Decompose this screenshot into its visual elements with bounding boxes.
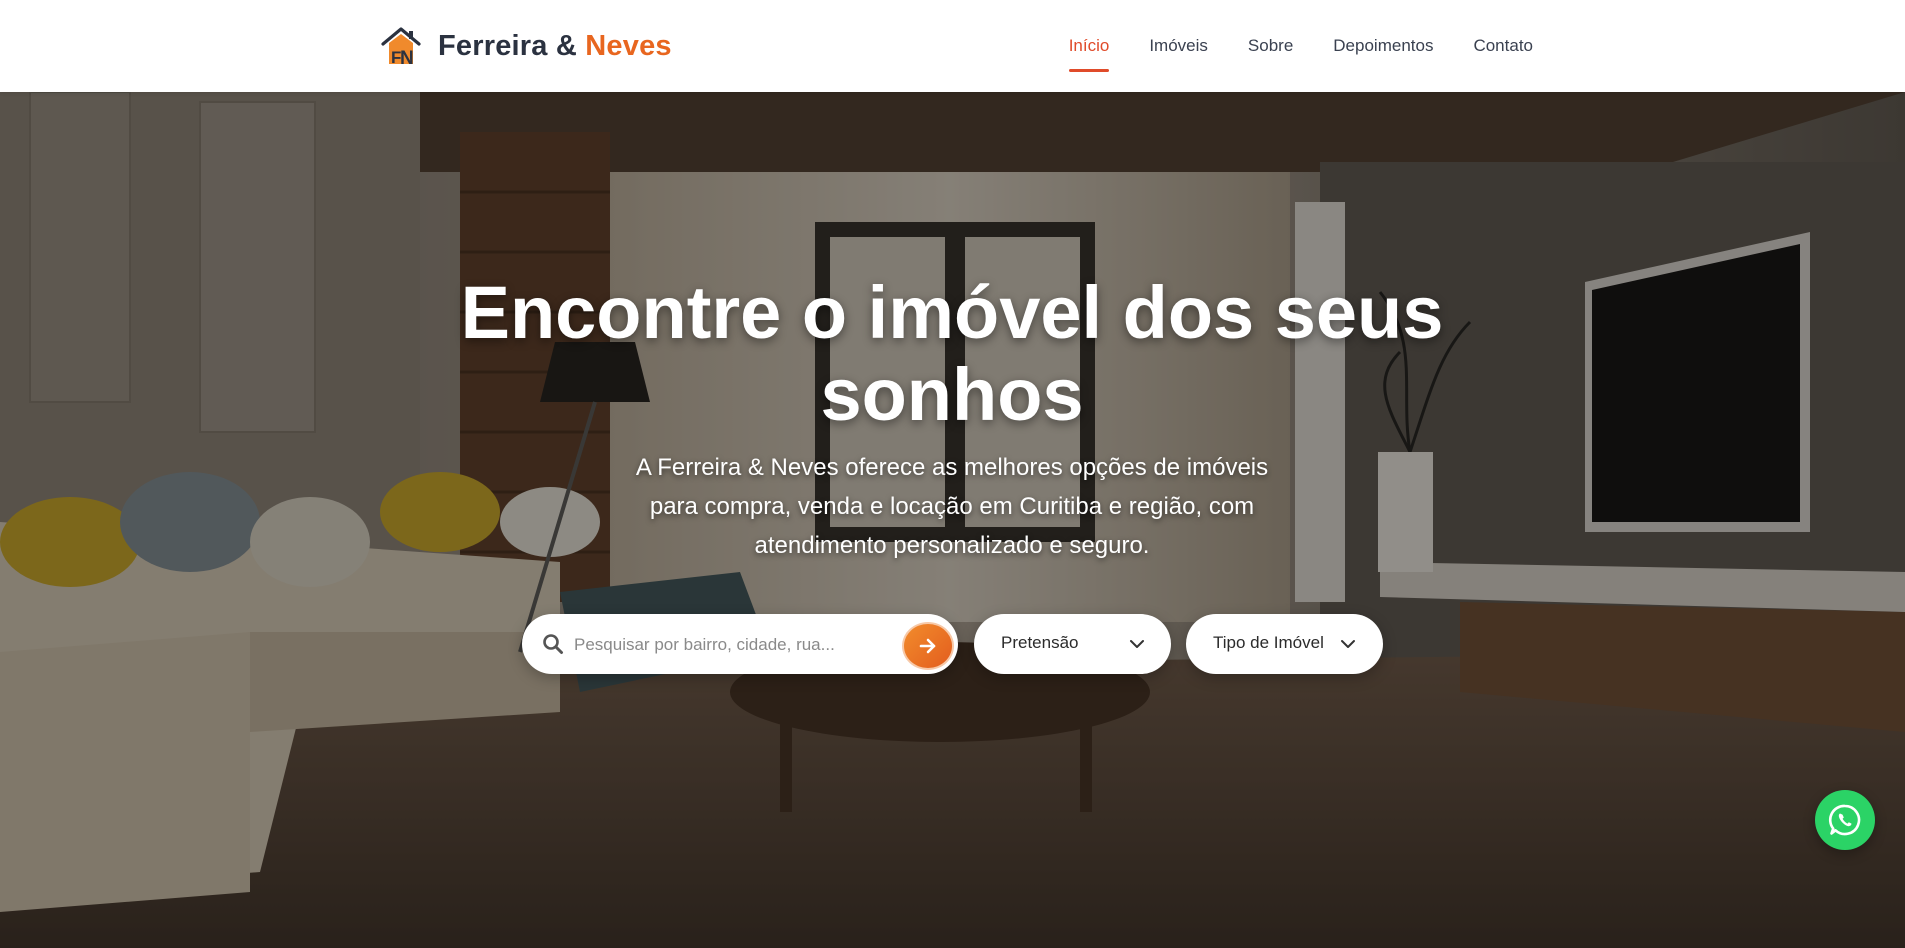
house-fn-logo-icon: F N (381, 27, 421, 67)
pretensao-select-label: Pretensão (1001, 633, 1079, 652)
chevron-down-icon (1341, 640, 1355, 648)
brand-logo[interactable]: F N Ferreira & Neves (380, 24, 672, 68)
search-submit-button[interactable] (902, 622, 954, 670)
brand-name: Ferreira & Neves (438, 30, 672, 63)
tipo-imovel-select-label: Tipo de Imóvel (1213, 633, 1324, 652)
nav-item-contato[interactable]: Contato (1473, 28, 1533, 64)
svg-text:N: N (400, 48, 414, 67)
nav-item-inicio[interactable]: Início (1068, 28, 1109, 72)
whatsapp-button[interactable] (1815, 790, 1875, 850)
nav-item-sobre[interactable]: Sobre (1248, 28, 1293, 64)
brand-name-part2: Neves (585, 29, 672, 62)
search-bar (522, 614, 958, 674)
arrow-right-icon (919, 638, 936, 654)
pretensao-select[interactable]: Pretensão (974, 614, 1171, 674)
nav-item-depoimentos[interactable]: Depoimentos (1333, 28, 1433, 64)
hero-subtitle: A Ferreira & Neves oferece as melhores o… (635, 454, 1269, 559)
search-icon (543, 634, 563, 654)
main-nav: Início Imóveis Sobre Depoimentos Contato (1068, 0, 1533, 92)
tipo-imovel-select[interactable]: Tipo de Imóvel (1186, 614, 1383, 674)
nav-item-imoveis[interactable]: Imóveis (1149, 28, 1208, 64)
hero-title: Encontre o imóvel dos seus sonhos (460, 271, 1444, 436)
hero-section: Encontre o imóvel dos seus sonhos A Ferr… (0, 92, 1905, 948)
whatsapp-icon (1828, 804, 1861, 836)
site-header: F N Ferreira & Neves Início Imóveis Sobr… (0, 0, 1905, 92)
search-input[interactable] (572, 628, 906, 662)
chevron-down-icon (1130, 640, 1144, 648)
brand-name-part1: Ferreira & (438, 29, 578, 62)
